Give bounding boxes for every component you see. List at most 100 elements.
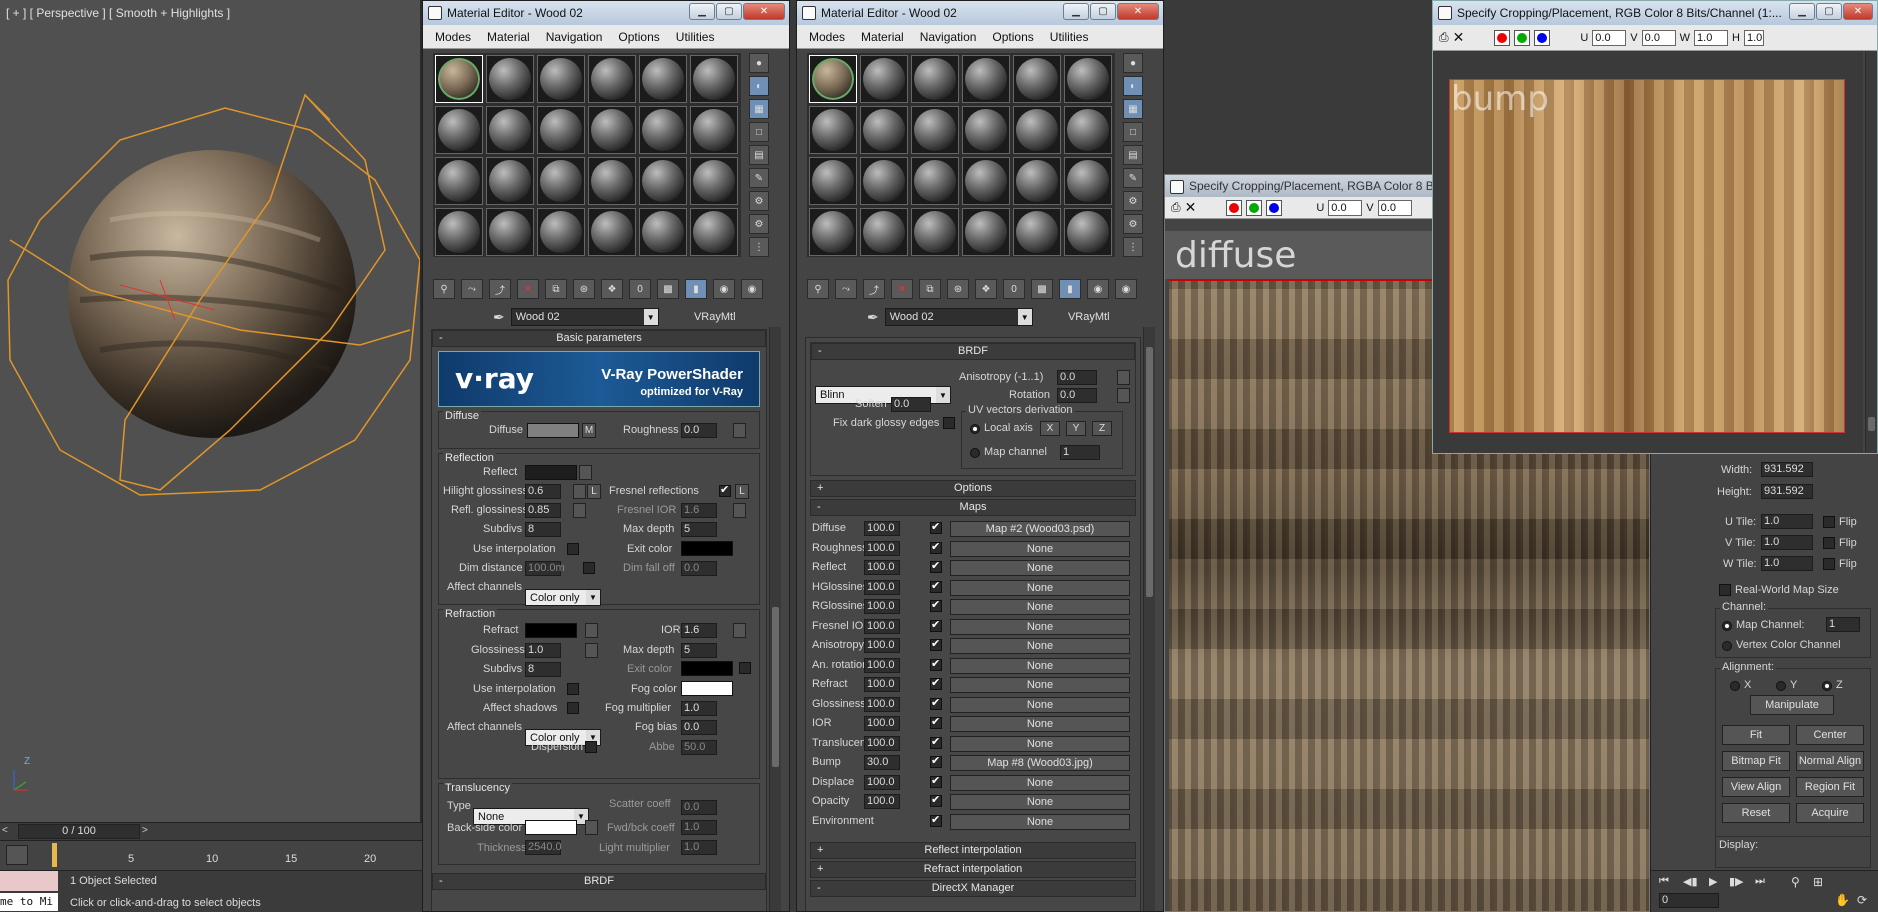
map-amount-field[interactable]: 30.0 (864, 755, 900, 770)
reflect-color-swatch[interactable] (525, 465, 577, 480)
select-by-material-icon[interactable]: ⚙ (1123, 214, 1143, 234)
menu-options[interactable]: Options (984, 30, 1041, 44)
rollout-scrollbar[interactable] (1143, 327, 1155, 911)
sample-slot[interactable] (435, 106, 483, 154)
video-color-check-icon[interactable]: ▤ (749, 145, 769, 165)
perspective-viewport[interactable]: [ + ] [ Perspective ] [ Smooth + Highlig… (0, 0, 422, 824)
map-enable-checkbox[interactable] (930, 696, 942, 710)
assign-to-selection-icon[interactable]: ⤴ (489, 279, 511, 299)
back-side-color-swatch[interactable] (525, 820, 577, 835)
roughness-map-button[interactable] (733, 423, 746, 438)
v-field[interactable]: 0.0 (1377, 199, 1412, 216)
map-enable-checkbox[interactable] (930, 520, 942, 534)
u-tile-field[interactable]: 1.0 (1761, 514, 1813, 529)
menu-material[interactable]: Material (479, 30, 538, 44)
affect-shadows-checkbox[interactable] (567, 702, 579, 714)
maximize-button[interactable]: ▢ (1816, 3, 1842, 20)
sample-slot[interactable] (690, 157, 738, 205)
assign-to-selection-icon[interactable]: ⤴ (863, 279, 885, 299)
hilight-glossiness-field[interactable]: 0.6 (525, 484, 561, 499)
exit-color-swatch[interactable] (681, 541, 733, 556)
refract-color-swatch[interactable] (525, 623, 577, 638)
uv-tiling-icon[interactable]: □ (1123, 122, 1143, 142)
uv-tiling-icon[interactable]: □ (749, 122, 769, 142)
rotation-map-button[interactable] (1117, 388, 1130, 403)
center-button[interactable]: Center (1796, 725, 1864, 745)
material-editor-2[interactable]: Material Editor - Wood 02 ▁ ▢ ✕ Modes Ma… (796, 0, 1164, 912)
v-field[interactable]: 0.0 (1641, 29, 1676, 46)
map-slot-button[interactable]: Map #2 (Wood03.psd) (950, 521, 1130, 537)
material-name-field[interactable]: Wood 02 ▼ (884, 308, 1033, 326)
diffuse-color-swatch[interactable] (527, 423, 579, 438)
map-slot-button[interactable]: None (950, 696, 1130, 713)
blue-channel-toggle[interactable] (1534, 29, 1551, 46)
brdf-header[interactable]: - BRDF (811, 343, 1135, 360)
go-forward-sibling-icon[interactable]: ◉ (741, 279, 763, 299)
map-amount-field[interactable]: 100.0 (864, 521, 900, 536)
get-material-icon[interactable]: ⚲ (433, 279, 455, 299)
sample-slot[interactable] (809, 157, 857, 205)
crop-scrollbar[interactable] (1865, 51, 1877, 453)
map-amount-field[interactable]: 100.0 (864, 735, 900, 751)
copy-material-icon[interactable]: ⧉ (919, 279, 941, 299)
axis-x-button[interactable]: X (1040, 421, 1060, 436)
acquire-button[interactable]: Acquire (1796, 803, 1864, 823)
go-to-start-icon[interactable]: ⏮ (1659, 875, 1669, 888)
sample-slot[interactable] (962, 106, 1010, 154)
map-slot-button[interactable]: None (950, 716, 1130, 732)
map-amount-field[interactable]: 100.0 (864, 618, 900, 634)
sample-slot[interactable] (486, 208, 534, 256)
hilight-lock-button[interactable]: L (587, 484, 601, 499)
thickness-field[interactable]: 2540.0 (525, 840, 562, 855)
align-z-radio[interactable] (1822, 681, 1832, 691)
put-to-scene-icon[interactable]: ⤳ (461, 279, 483, 299)
options-icon[interactable]: ⚙ (1123, 191, 1143, 211)
sample-slot[interactable] (486, 157, 534, 205)
soften-field[interactable]: 0.0 (891, 397, 931, 412)
abbe-field[interactable]: 50.0 (681, 740, 717, 755)
menu-utilities[interactable]: Utilities (1042, 30, 1097, 44)
map-enable-checkbox[interactable] (930, 735, 942, 749)
sample-slot[interactable] (1013, 55, 1061, 103)
sample-slot[interactable] (962, 55, 1010, 103)
sample-slot-active[interactable] (435, 55, 483, 103)
back-side-map-button[interactable] (585, 820, 598, 835)
time-next-button[interactable]: > (142, 825, 154, 838)
close-button[interactable]: ✕ (743, 3, 785, 20)
background-icon[interactable]: ▦ (1123, 99, 1143, 119)
height-field[interactable]: 931.592 (1761, 484, 1813, 499)
map-slot-button[interactable]: None (950, 579, 1130, 596)
sample-slot[interactable] (435, 157, 483, 205)
map-enable-checkbox[interactable] (930, 657, 942, 671)
normal-align-button[interactable]: Normal Align (1796, 751, 1864, 771)
map-slot-button[interactable]: None (950, 813, 1130, 830)
sample-slot[interactable] (1013, 157, 1061, 205)
width-field[interactable]: 931.592 (1761, 462, 1813, 477)
exit-color-swatch[interactable] (681, 661, 733, 676)
reset-map-icon[interactable]: ✕ (891, 279, 913, 299)
refract-map-button[interactable] (585, 623, 598, 638)
map-slot-button[interactable]: None (950, 638, 1130, 654)
minimize-button[interactable]: ▁ (1063, 3, 1089, 20)
map-amount-field[interactable]: 100.0 (864, 677, 900, 692)
map-slot-button[interactable]: None (950, 599, 1130, 615)
frame-counter[interactable]: 0 / 100 (18, 824, 140, 839)
map-slot-button[interactable]: None (950, 774, 1130, 791)
print-icon[interactable]: ⎙ (1171, 200, 1181, 215)
dim-distance-field[interactable]: 100.0m (525, 561, 565, 576)
map-amount-field[interactable]: 100.0 (864, 638, 900, 653)
map-slot-button[interactable]: None (950, 794, 1130, 810)
make-preview-icon[interactable]: ✎ (1123, 168, 1143, 188)
reflect-map-button[interactable] (579, 465, 592, 480)
go-to-parent-icon[interactable]: ◉ (713, 279, 735, 299)
sample-slot[interactable] (809, 208, 857, 256)
crop-window-bump[interactable]: Specify Cropping/Placement, RGB Color 8 … (1432, 0, 1878, 454)
sample-slot[interactable] (1064, 106, 1112, 154)
get-material-icon[interactable]: ⚲ (807, 279, 829, 299)
exit-color-checkbox[interactable] (739, 662, 751, 674)
sample-slot[interactable] (1064, 208, 1112, 256)
sample-slot[interactable] (639, 55, 687, 103)
map-enable-checkbox[interactable] (930, 774, 942, 788)
material-name-field[interactable]: Wood 02 ▼ (510, 308, 659, 326)
align-y-radio[interactable] (1776, 681, 1786, 691)
